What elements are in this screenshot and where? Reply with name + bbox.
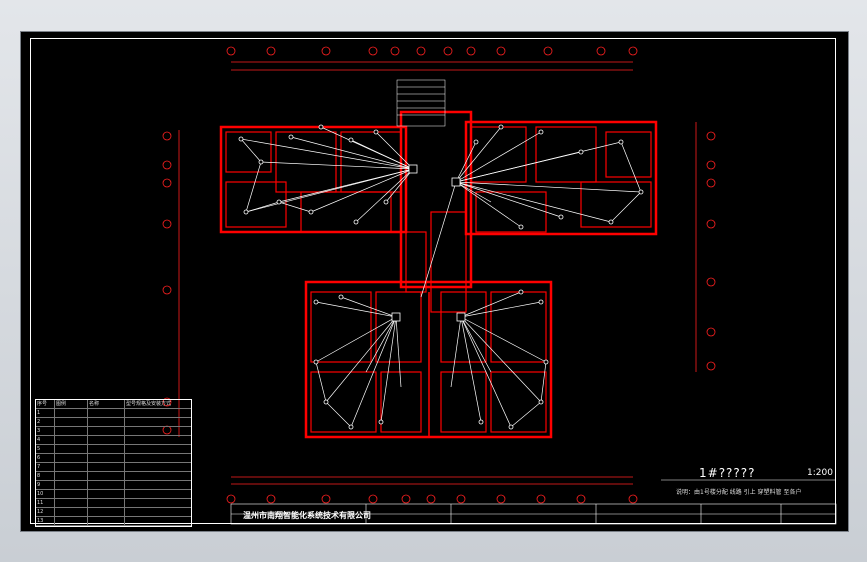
- legend-row: 11: [36, 499, 191, 508]
- legend-cell: [55, 409, 88, 417]
- legend-cell: [55, 481, 88, 489]
- legend-cell: [88, 454, 125, 462]
- legend-row: 1: [36, 409, 191, 418]
- legend-cell: 5: [36, 445, 55, 453]
- legend-cell: [55, 490, 88, 498]
- legend-cell: [88, 445, 125, 453]
- legend-cell: [125, 517, 189, 525]
- company-name: 温州市南翔智能化系统技术有限公司: [243, 511, 371, 520]
- legend-cell: [125, 409, 189, 417]
- legend-cell: 7: [36, 463, 55, 471]
- legend-cell: 12: [36, 508, 55, 516]
- top-grid-bubbles: [226, 46, 638, 71]
- legend-row: 12: [36, 508, 191, 517]
- legend-cell: [88, 427, 125, 435]
- walls: [219, 110, 658, 439]
- legend-row: 2: [36, 418, 191, 427]
- legend-col-name: 名称: [88, 400, 125, 408]
- legend-cell: [125, 418, 189, 426]
- legend-cell: [88, 463, 125, 471]
- legend-row: 4: [36, 436, 191, 445]
- legend-col-symbol: 图例: [55, 400, 88, 408]
- legend-cell: [55, 472, 88, 480]
- legend-cell: [55, 463, 88, 471]
- legend-cell: [88, 472, 125, 480]
- legend-row: 9: [36, 481, 191, 490]
- legend-cell: 4: [36, 436, 55, 444]
- legend-table: 序号 图例 名称 型号规格及安装方式 1 2 3 4 5 6 7 8 9 10 11 12 13: [35, 399, 192, 527]
- cad-viewport[interactable]: 序号 图例 名称 型号规格及安装方式 1 2 3 4 5 6 7 8 9 10 11 12 13 1#?…: [20, 31, 849, 532]
- legend-cell: [55, 436, 88, 444]
- legend-cell: [55, 445, 88, 453]
- legend-cell: [125, 463, 189, 471]
- legend-cell: 10: [36, 490, 55, 498]
- legend-cell: [88, 508, 125, 516]
- legend-cell: [88, 499, 125, 507]
- legend-cell: 6: [36, 454, 55, 462]
- legend-row: 3: [36, 427, 191, 436]
- drawing-note: 说明：由1号楼分配 线路 引上 穿塑料管 至各户: [676, 489, 802, 496]
- legend-cell: [125, 490, 189, 498]
- legend-cell: [125, 436, 189, 444]
- legend-row: 5: [36, 445, 191, 454]
- legend-cell: [88, 418, 125, 426]
- legend-cell: [55, 499, 88, 507]
- legend-cell: 13: [36, 517, 55, 525]
- legend-cell: 2: [36, 418, 55, 426]
- legend-cell: [88, 517, 125, 525]
- bottom-grid-bubbles: [226, 476, 638, 504]
- legend-cell: [125, 454, 189, 462]
- legend-cell: 3: [36, 427, 55, 435]
- legend-row: 13: [36, 517, 191, 526]
- legend-cell: [55, 517, 88, 525]
- legend-row: 7: [36, 463, 191, 472]
- legend-col-no: 序号: [36, 400, 55, 408]
- legend-cell: 8: [36, 472, 55, 480]
- legend-cell: [88, 481, 125, 489]
- legend-row: 8: [36, 472, 191, 481]
- legend-row: 6: [36, 454, 191, 463]
- legend-cell: 1: [36, 409, 55, 417]
- legend-cell: [88, 490, 125, 498]
- legend-cell: 9: [36, 481, 55, 489]
- drawing-scale: 1:200: [807, 468, 833, 478]
- legend-cell: 11: [36, 499, 55, 507]
- legend-cell: [55, 454, 88, 462]
- legend-header: 序号 图例 名称 型号规格及安装方式: [36, 400, 191, 409]
- legend-col-spec: 型号规格及安装方式: [126, 401, 172, 407]
- legend-cell: [125, 499, 189, 507]
- legend-row: 10: [36, 490, 191, 499]
- drawing-title: 1#?????: [699, 466, 756, 480]
- legend-cell: [125, 427, 189, 435]
- legend-cell: [55, 418, 88, 426]
- legend-cell: [88, 409, 125, 417]
- legend-cell: [125, 481, 189, 489]
- legend-cell: [125, 445, 189, 453]
- legend-cell: [88, 436, 125, 444]
- legend-cell: [55, 427, 88, 435]
- annotation-block: [396, 79, 446, 127]
- legend-rows: 1 2 3 4 5 6 7 8 9 10 11 12 13: [36, 409, 191, 526]
- legend-cell: [125, 508, 189, 516]
- legend-cell: [55, 508, 88, 516]
- legend-cell: [125, 472, 189, 480]
